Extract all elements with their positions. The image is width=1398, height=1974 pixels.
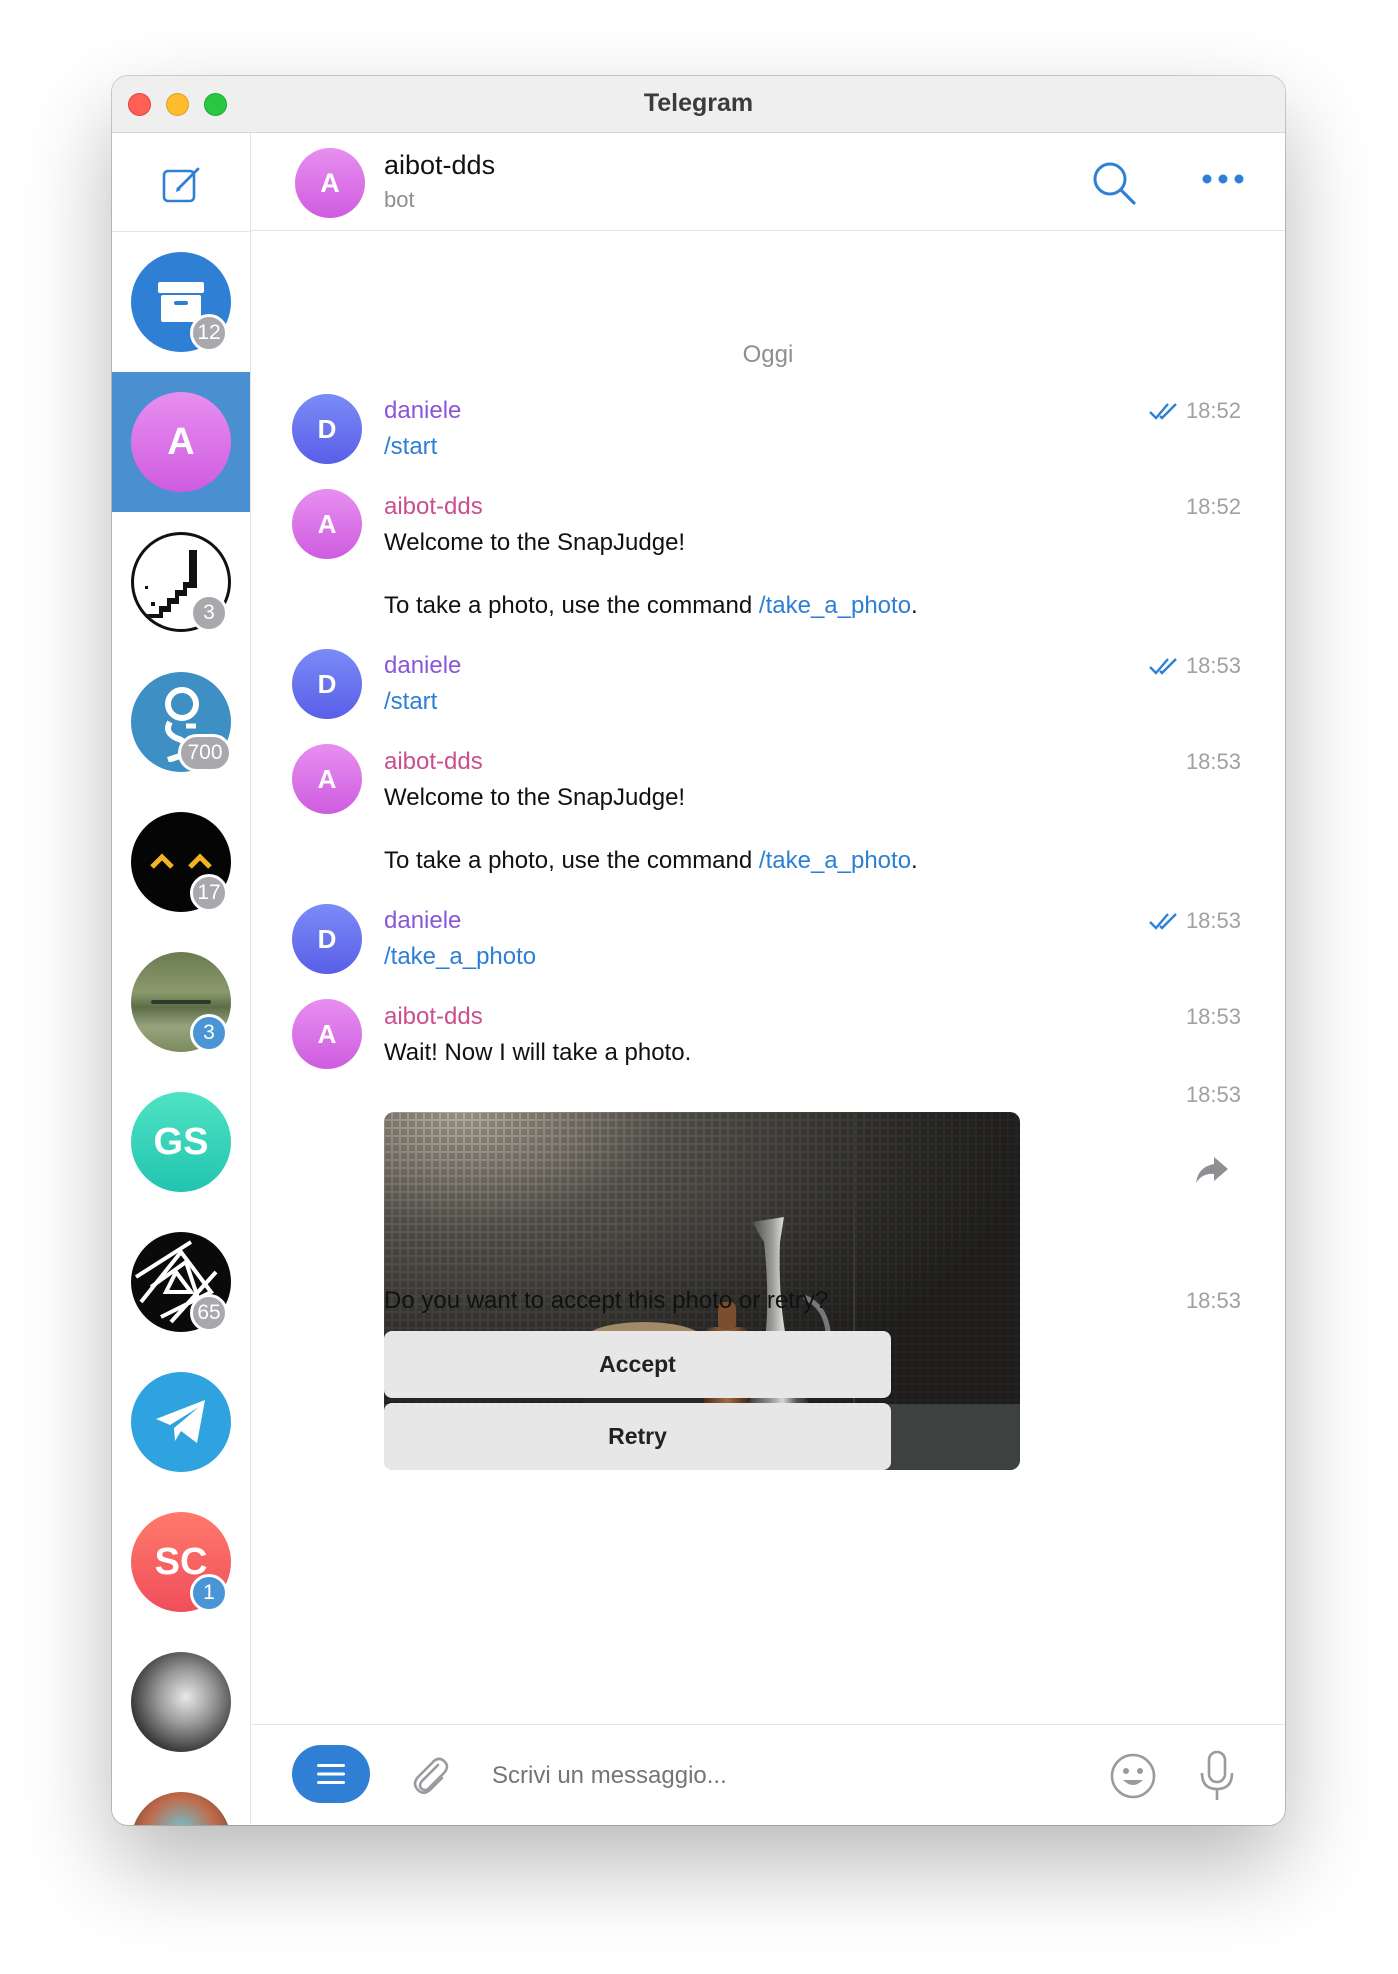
unread-badge: 65	[190, 1294, 228, 1332]
avatar	[131, 1652, 231, 1752]
sidebar-item-chat-17[interactable]: 17	[112, 792, 250, 932]
time-label: 18:53	[1185, 1082, 1241, 1107]
sidebar-item-chat-700[interactable]: 700	[112, 652, 250, 792]
date-separator: Oggi	[742, 341, 794, 368]
command-link[interactable]: /take_a_photo	[759, 592, 911, 619]
double-check-icon	[1149, 403, 1177, 420]
window-title: Telegram	[643, 89, 754, 117]
message-area[interactable]: Oggi D daniele /start 18:52 A aibot-dds …	[251, 231, 1285, 1724]
sender-avatar[interactable]: D	[292, 394, 362, 464]
unread-badge: 12	[190, 314, 228, 352]
sender-name[interactable]: daniele	[384, 652, 461, 680]
compose-icon[interactable]	[160, 163, 204, 207]
chat-title[interactable]: aibot-dds	[384, 150, 495, 181]
message-text: .	[911, 847, 918, 874]
message-line: Do you want to accept this photo or retr…	[384, 1287, 829, 1314]
time-label: 18:53	[1185, 1288, 1241, 1313]
command-link[interactable]: /take_a_photo	[384, 943, 536, 971]
command-link[interactable]: /start	[384, 688, 437, 716]
chat-subtitle: bot	[384, 187, 415, 212]
time-label: 18:53	[1185, 749, 1241, 774]
sidebar-item-chat-forest[interactable]: 3	[112, 932, 250, 1072]
avatar	[131, 1792, 231, 1825]
avatar: GS	[131, 1092, 231, 1192]
sender-avatar[interactable]: A	[292, 489, 362, 559]
sender-name[interactable]: daniele	[384, 397, 461, 425]
paperclip-icon[interactable]	[408, 1753, 452, 1797]
message-line: Wait! Now I will take a photo.	[384, 1039, 692, 1066]
message-time: 18:53	[1148, 908, 1241, 934]
time-label: 18:52	[1185, 494, 1241, 519]
time-label: 18:53	[1185, 908, 1241, 933]
avatar	[131, 1372, 231, 1472]
forest-photo-detail	[151, 1000, 211, 1004]
message-composer	[251, 1724, 1285, 1825]
double-check-icon	[1149, 658, 1177, 675]
message-line: Welcome to the SnapJudge!	[384, 784, 686, 811]
message-time: 18:53	[1186, 749, 1241, 775]
paper-plane-icon	[156, 1400, 205, 1443]
search-icon[interactable]	[1091, 160, 1137, 206]
sidebar-item-chat-sc[interactable]: SC 1	[112, 1492, 250, 1632]
sidebar-item-archive[interactable]: 12	[112, 232, 250, 372]
time-label: 18:52	[1185, 398, 1241, 423]
time-label: 18:53	[1185, 1004, 1241, 1029]
message-time: 18:53	[1186, 1288, 1241, 1314]
command-link[interactable]: /take_a_photo	[759, 847, 911, 874]
forward-icon[interactable]	[1194, 1155, 1230, 1185]
message-time: 18:53	[1186, 1004, 1241, 1030]
sidebar-item-telegram[interactable]	[112, 1352, 250, 1492]
sidebar-item-aibot-dds[interactable]: A	[112, 372, 250, 512]
message-time: 18:52	[1148, 398, 1241, 424]
emoji-icon[interactable]	[1109, 1752, 1157, 1800]
message-input[interactable]	[490, 1749, 1054, 1803]
chat-avatar[interactable]: A	[295, 148, 365, 218]
unread-badge: 1	[190, 1574, 228, 1612]
sidebar-item-chat-gs[interactable]: GS	[112, 1072, 250, 1212]
message-line: To take a photo, use the command /take_a…	[384, 592, 918, 620]
sender-name[interactable]: aibot-dds	[384, 748, 483, 776]
unread-badge: 3	[190, 1014, 228, 1052]
unread-badge: 700	[178, 734, 232, 772]
title-bar: Telegram	[112, 76, 1285, 133]
unread-badge: 3	[190, 594, 228, 632]
message-text: To take a photo, use the command	[384, 847, 759, 874]
sidebar-item-chat-partial[interactable]	[112, 1772, 250, 1825]
sidebar-item-chat-65[interactable]: 65	[112, 1212, 250, 1352]
sender-name[interactable]: daniele	[384, 907, 461, 935]
retry-button[interactable]: Retry	[384, 1403, 891, 1470]
time-label: 18:53	[1185, 653, 1241, 678]
bot-menu-button[interactable]	[292, 1745, 370, 1803]
message-time: 18:53	[1186, 1082, 1241, 1108]
sender-name[interactable]: aibot-dds	[384, 493, 483, 521]
telegram-window: Telegram 12 A 3 700 17 3 GS 65 SC 1 A ai…	[112, 76, 1285, 1825]
sender-avatar[interactable]: D	[292, 649, 362, 719]
message-text: .	[911, 592, 918, 619]
chat-header: A aibot-dds bot	[251, 133, 1285, 231]
message-time: 18:53	[1148, 653, 1241, 679]
command-link[interactable]: /start	[384, 433, 437, 461]
avatar: A	[131, 392, 231, 492]
sender-avatar[interactable]: A	[292, 744, 362, 814]
accept-button[interactable]: Accept	[384, 1331, 891, 1398]
message-line: To take a photo, use the command /take_a…	[384, 847, 918, 875]
sidebar-item-chat-3[interactable]: 3	[112, 512, 250, 652]
sender-name[interactable]: aibot-dds	[384, 1003, 483, 1031]
sender-avatar[interactable]: A	[292, 999, 362, 1069]
menu-lines-icon	[317, 1764, 345, 1784]
more-options-icon[interactable]	[1201, 167, 1245, 191]
happy-eyes-icon	[150, 853, 212, 869]
sidebar-item-chat-photo[interactable]	[112, 1632, 250, 1772]
unread-badge: 17	[190, 874, 228, 912]
message-text: To take a photo, use the command	[384, 592, 759, 619]
microphone-icon[interactable]	[1197, 1749, 1237, 1803]
message-time: 18:52	[1186, 494, 1241, 520]
sender-avatar[interactable]: D	[292, 904, 362, 974]
double-check-icon	[1149, 913, 1177, 930]
message-line: Welcome to the SnapJudge!	[384, 529, 686, 556]
chat-list-sidebar: 12 A 3 700 17 3 GS 65 SC 1	[112, 133, 251, 1825]
